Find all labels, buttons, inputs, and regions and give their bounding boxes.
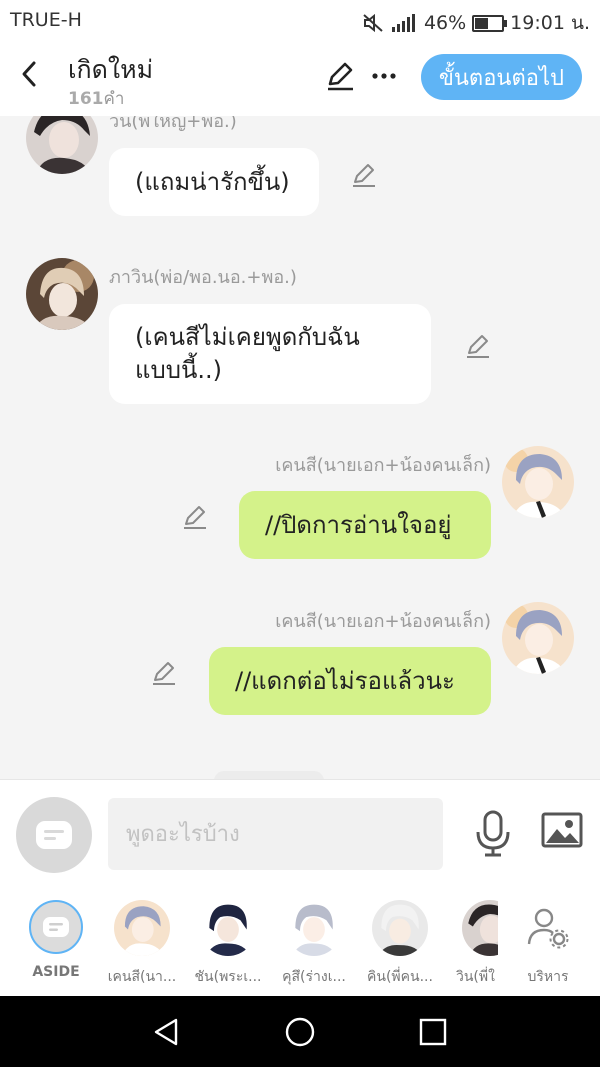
character-portrait-icon [372,900,428,956]
character-aside[interactable]: ASIDE [16,900,96,980]
pencil-icon [467,335,489,358]
word-count-number: 161 [68,89,104,109]
aside-icon [36,821,72,849]
speaker-name: วิน(พี่ใหญ่+พอ.) [109,116,237,132]
pencil-icon [184,506,206,529]
edit-title-button[interactable] [324,60,356,92]
avatar [462,900,498,956]
back-triangle-icon[interactable] [148,1014,184,1050]
partial-message [214,771,324,779]
character-win[interactable]: วิน(พี่ใ [446,900,498,988]
image-upload-button[interactable] [541,811,585,851]
word-count: 161คำ [68,85,124,112]
input-bar [0,779,600,889]
character-label: เคนสี(นา... [107,969,177,985]
avatar [286,900,342,956]
message-bubble[interactable]: //แดกต่อไม่รอแล้วนะ [209,647,491,715]
status-icons: 46% 19:01 น. [362,8,590,38]
header: เกิดใหม่ 161คำ ขั้นตอนต่อไป [0,40,600,116]
pencil-icon [328,62,353,91]
status-bar: TRUE-H 46% 19:01 น. [0,0,600,40]
character-label: คิน(พี่คน... [367,969,433,985]
avatar-win[interactable] [26,116,98,174]
battery-percent: 46% [423,12,467,34]
edit-message-button[interactable] [181,503,209,531]
character-kin[interactable]: คิน(พี่คน... [360,900,440,988]
aside-icon [43,917,69,937]
avatar [114,900,170,956]
battery-fill [475,17,489,29]
character-label: บริหาร [527,969,569,985]
signal-icon [391,14,415,32]
aside-toggle-button[interactable] [16,797,92,873]
edit-message-button[interactable] [464,332,492,360]
character-portrait-icon [26,116,98,174]
avatar-kensi[interactable] [502,446,574,518]
next-step-button[interactable]: ขั้นตอนต่อไป [420,54,582,100]
character-portrait-icon [200,900,256,956]
mute-icon [363,13,383,33]
character-portrait-icon [502,446,574,518]
microphone-button[interactable] [473,810,513,858]
character-label: ASIDE [32,964,80,980]
character-chan[interactable]: ชัน(พระเ... [188,900,268,988]
character-label: คุสึ(ร่างเ... [282,969,346,985]
character-portrait-icon [26,258,98,330]
avatar-pawin[interactable] [26,258,98,330]
home-circle-icon[interactable] [282,1014,318,1050]
speaker-name: ภาวิน(พ่อ/พอ.นอ.+พอ.) [109,267,297,288]
character-portrait-icon [286,900,342,956]
chevron-left-icon [22,61,36,87]
image-icon [541,812,583,848]
character-portrait-icon [502,602,574,674]
message-line: (เคนสีไม่เคยพูดกับฉัน [135,323,360,351]
character-kensi[interactable]: เคนสี(นา... [102,900,182,988]
message-bubble[interactable]: (เคนสีไม่เคยพูดกับฉัน แบบนี้..) [109,304,431,404]
recent-apps-icon[interactable] [415,1014,451,1050]
avatar [372,900,428,956]
back-button[interactable] [14,54,44,94]
more-options-button[interactable] [368,60,400,92]
character-kusu[interactable]: คุสึ(ร่างเ... [274,900,354,988]
manage-icon-wrap [520,900,576,956]
character-portrait-icon [462,900,498,956]
character-portrait-icon [114,900,170,956]
avatar [200,900,256,956]
pencil-icon [353,164,375,187]
battery-icon [472,14,508,32]
clock: 19:01 น. [510,12,590,34]
character-label: วิน(พี่ใ [456,969,495,985]
message-bubble[interactable]: //ปิดการอ่านใจอยู่ [239,491,491,559]
character-label: ชัน(พระเ... [194,969,262,985]
carrier-label: TRUE-H [10,9,82,31]
speaker-name: เคนสี(นายเอก+น้องคนเล็ก) [275,455,491,476]
more-icon [372,73,396,79]
microphone-icon [476,810,510,857]
aside-avatar [29,900,83,954]
character-selector: ASIDE เคนสี(นา... ชัน(พระเ... คุสึ(ร่างเ… [0,888,600,996]
message-input[interactable] [108,798,443,870]
message-line: แบบนี้..) [135,356,222,384]
chat-area[interactable]: วิน(พี่ใหญ่+พอ.) (แถมน่ารักขึ้น) ภาวิน(พ… [0,116,600,779]
pencil-icon [153,662,175,685]
manage-characters-button[interactable]: บริหาร [508,900,588,988]
page-title: เกิดใหม่ [68,55,154,84]
speaker-name: เคนสี(นายเอก+น้องคนเล็ก) [275,611,491,632]
system-nav-bar [0,996,600,1067]
avatar-kensi[interactable] [502,602,574,674]
word-count-unit: คำ [103,89,125,109]
edit-message-button[interactable] [150,659,178,687]
message-bubble[interactable]: (แถมน่ารักขึ้น) [109,148,319,216]
edit-message-button[interactable] [350,161,378,189]
user-settings-icon [527,908,569,949]
